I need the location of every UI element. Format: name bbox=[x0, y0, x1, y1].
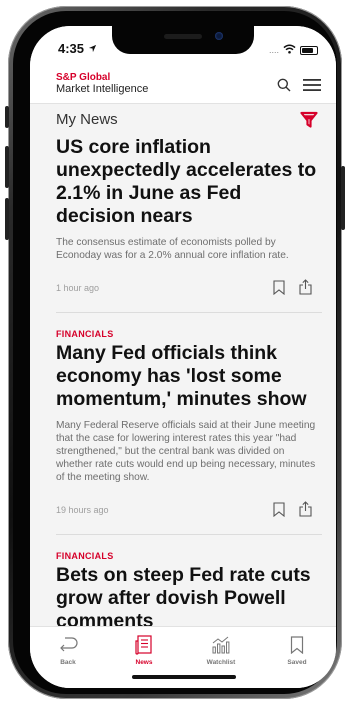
share-icon bbox=[298, 501, 312, 517]
logo-line-2: Market Intelligence bbox=[56, 83, 149, 95]
share-button[interactable] bbox=[294, 498, 316, 520]
speaker bbox=[164, 34, 202, 39]
bookmark-icon bbox=[273, 279, 285, 295]
article-summary: Many Federal Reserve officials said at t… bbox=[56, 420, 316, 483]
tab-back[interactable]: Back bbox=[38, 633, 98, 666]
filter-button[interactable] bbox=[300, 111, 318, 129]
notch bbox=[112, 26, 254, 54]
status-time: 4:35 bbox=[58, 41, 97, 56]
tab-label: Back bbox=[60, 659, 76, 666]
home-indicator[interactable] bbox=[132, 675, 236, 679]
tab-saved[interactable]: Saved bbox=[267, 633, 327, 666]
power-button bbox=[341, 166, 345, 230]
wifi-icon bbox=[283, 41, 296, 59]
filter-icon bbox=[300, 111, 318, 128]
article-card[interactable]: FINANCIALS Bets on steep Fed rate cuts g… bbox=[30, 551, 336, 626]
article-card[interactable]: US core inflation unexpectedly accelerat… bbox=[30, 136, 336, 304]
search-button[interactable] bbox=[274, 75, 294, 95]
article-meta: 19 hours ago bbox=[56, 496, 320, 526]
search-icon bbox=[277, 78, 291, 92]
tab-label: Watchlist bbox=[206, 659, 236, 666]
watchlist-chart-icon bbox=[191, 633, 251, 657]
news-icon bbox=[114, 633, 174, 657]
status-indicators: .... bbox=[269, 41, 318, 59]
section-header: My News bbox=[30, 104, 336, 136]
article-timestamp: 19 hours ago bbox=[56, 505, 109, 515]
article-card[interactable]: FINANCIALS Many Fed officials think econ… bbox=[30, 329, 336, 526]
article-headline[interactable]: US core inflation unexpectedly accelerat… bbox=[56, 136, 320, 228]
bookmark-button[interactable] bbox=[268, 498, 290, 520]
share-button[interactable] bbox=[294, 276, 316, 298]
volume-down-button bbox=[5, 198, 9, 240]
brand-logo[interactable]: S&P Global Market Intelligence bbox=[56, 72, 148, 96]
tab-watchlist[interactable]: Watchlist bbox=[191, 633, 251, 666]
volume-up-button bbox=[5, 146, 9, 188]
silent-switch bbox=[5, 106, 9, 128]
article-category[interactable]: FINANCIALS bbox=[56, 329, 320, 339]
article-timestamp: 1 hour ago bbox=[56, 283, 100, 293]
share-icon bbox=[298, 279, 312, 295]
article-category[interactable]: FINANCIALS bbox=[56, 551, 320, 561]
bookmark-icon bbox=[273, 501, 285, 517]
bookmark-button[interactable] bbox=[268, 276, 290, 298]
phone-screen: 4:35 .... S&P Global Market Intelligence… bbox=[30, 26, 336, 688]
article-divider bbox=[56, 534, 322, 535]
location-arrow-icon bbox=[88, 41, 97, 56]
logo-line-1: S&P Global bbox=[56, 72, 111, 83]
bookmark-icon bbox=[267, 633, 327, 657]
section-title: My News bbox=[56, 111, 118, 128]
app-header: S&P Global Market Intelligence bbox=[30, 66, 336, 104]
article-divider bbox=[56, 312, 322, 313]
news-feed[interactable]: My News US core inflation unexpectedly a… bbox=[30, 104, 336, 626]
article-summary: The consensus estimate of economists pol… bbox=[56, 237, 289, 261]
bottom-tab-bar: Back News Watchlist Saved bbox=[30, 626, 336, 688]
tab-label: News bbox=[135, 659, 153, 666]
back-arrow-icon bbox=[38, 633, 98, 657]
article-meta: 1 hour ago bbox=[56, 274, 320, 304]
article-headline[interactable]: Bets on steep Fed rate cuts grow after d… bbox=[56, 564, 320, 626]
menu-button[interactable] bbox=[302, 75, 322, 95]
tab-news[interactable]: News bbox=[114, 633, 174, 666]
front-camera bbox=[215, 32, 223, 40]
status-time-text: 4:35 bbox=[58, 41, 85, 56]
hamburger-menu-icon bbox=[303, 79, 321, 91]
article-headline[interactable]: Many Fed officials think economy has 'lo… bbox=[56, 342, 320, 411]
tab-label: Saved bbox=[287, 659, 307, 666]
battery-icon bbox=[300, 45, 318, 55]
signal-dots: .... bbox=[268, 45, 279, 55]
